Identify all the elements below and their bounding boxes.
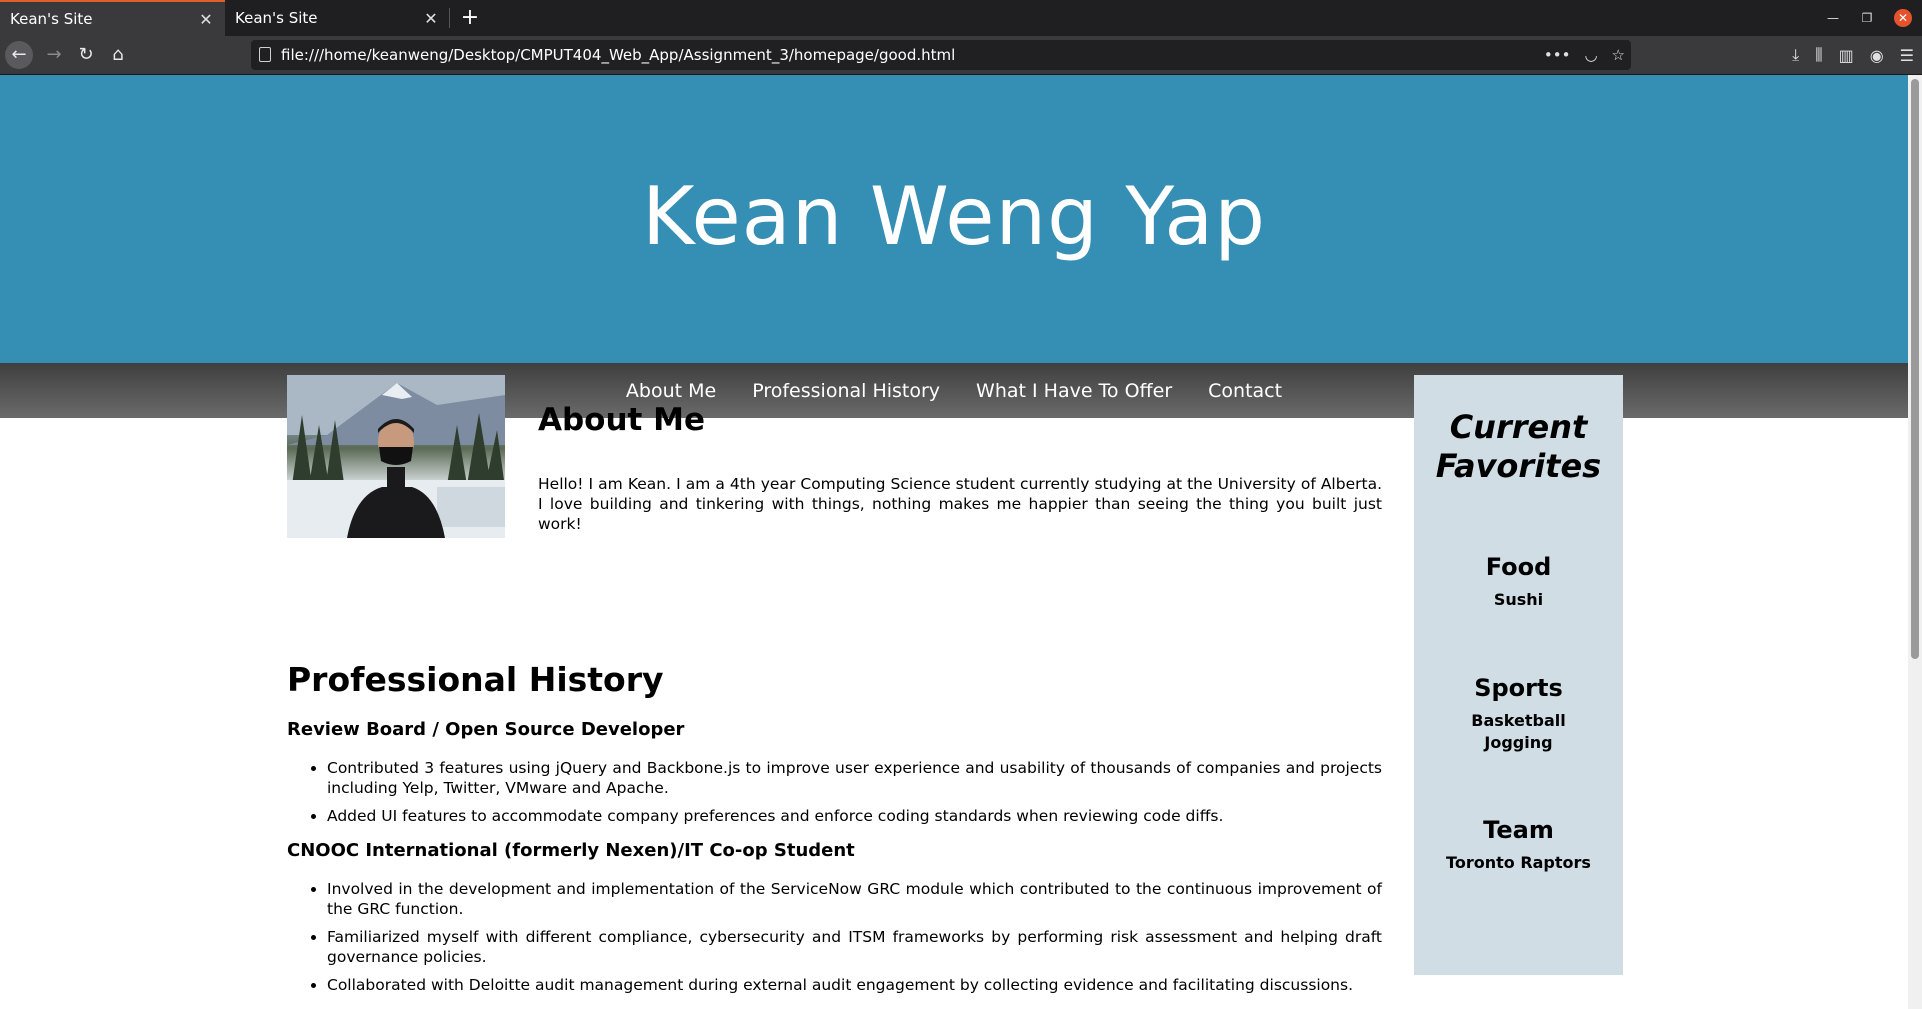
favorites-heading-line1: Current xyxy=(1449,408,1588,446)
bookmark-star-icon[interactable]: ☆ xyxy=(1612,46,1625,64)
close-tab-icon[interactable]: ✕ xyxy=(197,10,215,29)
tab-title: Kean's Site xyxy=(10,10,93,28)
history-section: Professional History Review Board / Open… xyxy=(287,660,1382,1003)
favorite-category: Sports xyxy=(1474,674,1563,702)
about-text: Hello! I am Kean. I am a 4th year Comput… xyxy=(538,475,1382,533)
favorite-sports: Sports Basketball Jogging xyxy=(1414,674,1623,754)
close-window-icon[interactable]: ✕ xyxy=(1894,9,1912,27)
tab-title: Kean's Site xyxy=(235,9,318,27)
reload-icon[interactable]: ↻ xyxy=(72,41,100,69)
list-item: Familiarized myself with different compl… xyxy=(327,927,1382,967)
favorite-item: Jogging xyxy=(1484,733,1553,752)
job-entry: Review Board / Open Source Developer Con… xyxy=(287,719,1382,826)
history-heading: Professional History xyxy=(287,660,664,699)
tab-active[interactable]: Kean's Site ✕ xyxy=(0,0,225,36)
library-icon[interactable]: ⫼ xyxy=(1815,45,1822,65)
favorite-category: Food xyxy=(1485,553,1552,581)
job-title: CNOOC International (formerly Nexen)/IT … xyxy=(287,840,855,861)
favorites-heading-line2: Favorites xyxy=(1435,447,1602,485)
page-actions-icon[interactable]: ••• xyxy=(1544,46,1571,64)
page-icon xyxy=(259,47,271,62)
favorites-heading: Current Favorites xyxy=(1414,408,1623,486)
list-item: Contributed 3 features using jQuery and … xyxy=(327,758,1382,798)
job-title: Review Board / Open Source Developer xyxy=(287,719,685,740)
about-heading: About Me xyxy=(538,402,706,438)
site-header: Kean Weng Yap xyxy=(0,75,1908,363)
tab-inactive[interactable]: Kean's Site ✕ xyxy=(225,0,450,36)
url-bar[interactable]: file:///home/keanweng/Desktop/CMPUT404_W… xyxy=(251,40,1631,70)
browser-toolbar: ← → ↻ ⌂ file:///home/keanweng/Desktop/CM… xyxy=(0,36,1922,75)
profile-photo xyxy=(287,375,505,538)
sidebar-icon[interactable]: ▥ xyxy=(1839,46,1854,65)
page-viewport: Kean Weng Yap About Me Professional Hist… xyxy=(0,75,1908,1009)
scrollbar-thumb[interactable] xyxy=(1911,79,1919,659)
favorite-team: Team Toronto Raptors xyxy=(1414,816,1623,874)
site-title: Kean Weng Yap xyxy=(641,169,1267,263)
account-icon[interactable]: ◉ xyxy=(1870,46,1884,65)
minimize-icon[interactable]: — xyxy=(1826,11,1840,25)
menu-icon[interactable]: ☰ xyxy=(1900,46,1914,65)
favorite-food: Food Sushi xyxy=(1414,553,1623,611)
favorite-item: Basketball xyxy=(1471,711,1566,730)
favorite-item: Toronto Raptors xyxy=(1446,853,1591,872)
favorites-sidebar: Current Favorites Food Sushi Sports Bask… xyxy=(1414,375,1623,975)
list-item: Added UI features to accommodate company… xyxy=(327,806,1382,826)
url-text[interactable]: file:///home/keanweng/Desktop/CMPUT404_W… xyxy=(281,40,955,70)
pocket-icon[interactable]: ◡ xyxy=(1584,46,1597,64)
about-section: About Me Hello! I am Kean. I am a 4th ye… xyxy=(538,375,1382,534)
new-tab-icon[interactable]: + xyxy=(456,4,484,32)
forward-icon[interactable]: → xyxy=(40,41,68,69)
downloads-icon[interactable]: ⤓ xyxy=(1792,45,1799,65)
restore-icon[interactable]: ❐ xyxy=(1860,11,1874,25)
page-scrollbar[interactable] xyxy=(1908,75,1922,1009)
favorite-item: Sushi xyxy=(1493,590,1544,609)
list-item: Collaborated with Deloitte audit managem… xyxy=(327,975,1382,995)
list-item: Involved in the development and implemen… xyxy=(327,879,1382,919)
back-icon[interactable]: ← xyxy=(5,41,33,69)
job-entry: CNOOC International (formerly Nexen)/IT … xyxy=(287,840,1382,995)
home-icon[interactable]: ⌂ xyxy=(104,41,132,69)
window-controls: — ❐ ✕ xyxy=(1826,0,1912,36)
close-tab-icon[interactable]: ✕ xyxy=(422,9,440,28)
tab-bar: Kean's Site ✕ Kean's Site ✕ + — ❐ ✕ xyxy=(0,0,1922,36)
favorite-category: Team xyxy=(1483,816,1554,844)
